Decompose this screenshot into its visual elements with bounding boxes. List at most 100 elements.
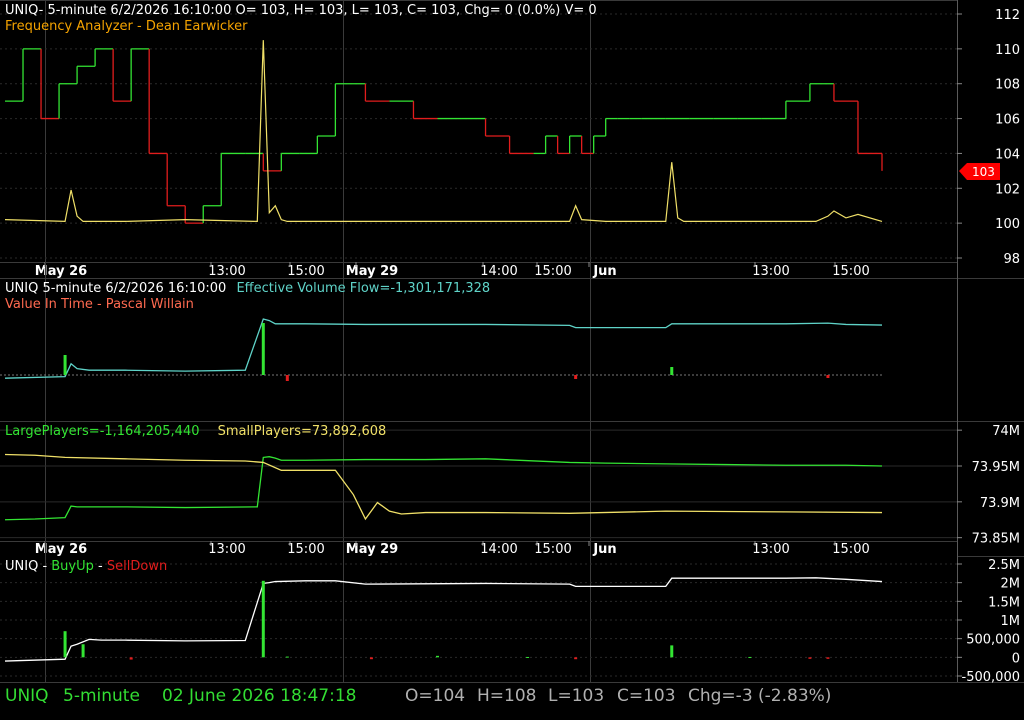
- time-axis-label: 15:00: [287, 264, 324, 279]
- players-series: [4, 453, 883, 521]
- value-in-time-title: Value In Time - Pascal Willain: [5, 297, 194, 312]
- axis-tick-label: 1M: [1001, 614, 1021, 629]
- frequency-analyzer-title: Frequency Analyzer - Dean Earwicker: [5, 19, 248, 34]
- frequency-analyzer-line: [4, 40, 883, 223]
- axis-tick-label: 73.95M: [972, 460, 1020, 475]
- time-axis-label: May 29: [346, 542, 398, 557]
- players-axis-ticks: 74M 73.95M 73.9M 73.85M: [957, 424, 1020, 547]
- evf-volume-bar: [826, 375, 830, 378]
- evf-volume-bar: [261, 323, 265, 375]
- evf-series: [0, 318, 883, 381]
- buyup-label: BuyUp: [51, 559, 94, 574]
- buyup-volume-bar: [526, 656, 530, 658]
- svg-text:UNIQ 5-minute 6/2/2026 16:10:: UNIQ 5-minute 6/2/2026 16:10:00 Effectiv…: [5, 281, 490, 296]
- axis-tick-label: 110: [995, 43, 1020, 58]
- buyup-selldown-pane: 2.5M2M1.5M1M500,0000-500,000 UNIQ - BuyU…: [0, 558, 1020, 685]
- price-pane: 112 110 108 106 104 102 100 98 UNIQ- 5-minute 6…: [0, 3, 1020, 267]
- axis-tick-label: 106: [995, 113, 1020, 128]
- effective-volume-flow-pane: UNIQ 5-minute 6/2/2026 16:10:00 Effectiv…: [0, 281, 883, 381]
- time-axis-label: 13:00: [752, 542, 789, 557]
- time-axis-label: 15:00: [832, 264, 869, 279]
- axis-tick-label: 108: [995, 78, 1020, 93]
- buyup-volume-bar: [285, 656, 289, 658]
- buyup-title-prefix: UNIQ -: [5, 559, 51, 574]
- buyup-volume-bar: [435, 655, 439, 658]
- time-axis-band: [0, 262, 957, 278]
- time-axis-label: 13:00: [752, 264, 789, 279]
- large-players-label: LargePlayers=-1,164,205,440: [5, 424, 200, 439]
- evf-title-value: Effective Volume Flow=-1,301,171,328: [236, 281, 490, 296]
- footer-symbol: UNIQ: [5, 686, 49, 706]
- axis-tick-label: 73.9M: [980, 496, 1020, 511]
- price-series: [4, 40, 883, 224]
- buyup-gridlines: [0, 563, 957, 677]
- axis-tick-label: 74M: [992, 424, 1020, 439]
- evf-volume-bar: [285, 375, 289, 381]
- buyup-series: [4, 577, 883, 662]
- time-axis-label: 13:00: [208, 542, 245, 557]
- evf-line: [4, 318, 883, 379]
- time-axis-label: May 26: [35, 264, 87, 279]
- buyup-volume-bar: [574, 657, 578, 660]
- players-gridlines: [0, 429, 957, 539]
- price-header-line: UNIQ- 5-minute 6/2/2026 16:10:00 O= 103,…: [5, 3, 597, 18]
- buyup-volume-bar: [261, 580, 265, 658]
- chart-canvas: May 26 13:00 15:00 May 29 14:00 15:00 Jun 13:00…: [0, 0, 1024, 685]
- time-axis-label: 15:00: [534, 264, 571, 279]
- small-players-label: SmallPlayers=73,892,608: [218, 424, 387, 439]
- axis-tick-label: 500,000: [966, 633, 1020, 648]
- small-players-line: [4, 453, 883, 521]
- footer-change: Chg=-3 (-2.83%): [688, 686, 832, 706]
- axis-tick-label: 102: [995, 182, 1020, 197]
- buyup-volume-bar: [826, 657, 830, 659]
- time-axis-label: Jun: [592, 264, 616, 279]
- evf-volume-bar: [670, 367, 674, 375]
- time-axis-label: 15:00: [832, 542, 869, 557]
- axis-tick-label: 1.5M: [988, 595, 1020, 610]
- time-axis-label: 13:00: [208, 264, 245, 279]
- selldown-label: SellDown: [107, 559, 167, 574]
- time-axis-label: 15:00: [534, 542, 571, 557]
- time-axis-band: [0, 541, 957, 557]
- time-axis-label: Jun: [592, 542, 616, 557]
- axis-tick-label: 73.85M: [972, 532, 1020, 547]
- axis-tick-label: 0: [1012, 651, 1020, 666]
- vertical-gridlines: [45, 0, 591, 682]
- footer-datetime: 02 June 2026 18:47:18: [162, 686, 357, 706]
- evf-volume-bar: [574, 375, 578, 379]
- time-axis-bottom: May 26 13:00 15:00 May 29 14:00 15:00 Jun 13:00…: [0, 541, 957, 557]
- time-axis-label: May 29: [346, 264, 398, 279]
- time-axis-label: May 26: [35, 542, 87, 557]
- axis-tick-label: 98: [1003, 252, 1020, 267]
- axis-tick-label: 2M: [1001, 577, 1021, 592]
- svg-text:LargePlayers=-1,164,205,440: LargePlayers=-1,164,205,440 SmallPlayers…: [5, 424, 386, 439]
- axis-tick-label: 100: [995, 217, 1020, 232]
- buyup-sep: -: [98, 559, 103, 574]
- buyup-selldown-line: [4, 577, 883, 662]
- status-footer: UNIQ 5-minute 02 June 2026 18:47:18 O=10…: [0, 682, 1024, 720]
- buyup-volume-bar: [670, 645, 674, 658]
- buyup-volume-bar: [63, 631, 67, 658]
- time-axis-top: May 26 13:00 15:00 May 29 14:00 15:00 Jun 13:00…: [0, 262, 957, 279]
- buyup-volume-bar: [369, 657, 373, 660]
- evf-volume-bar: [63, 355, 67, 375]
- svg-text:UNIQ - BuyUp -: UNIQ - BuyUp - SellDown: [5, 559, 167, 574]
- footer-interval: 5-minute: [63, 686, 140, 706]
- time-axis-label: 14:00: [480, 264, 517, 279]
- axis-tick-label: 112: [995, 8, 1020, 23]
- buyup-volume-bar: [81, 644, 85, 658]
- evf-title-prefix: UNIQ 5-minute 6/2/2026 16:10:00: [5, 281, 226, 296]
- footer-close: C=103: [617, 686, 676, 706]
- last-price-tag: 103: [959, 163, 1000, 180]
- price-axis-ticks: 112 110 108 106 104 102 100 98: [957, 8, 1020, 267]
- players-pane: 74M 73.95M 73.9M 73.85M LargePlayers=-1,164…: [0, 424, 1020, 547]
- pane-separators: [0, 0, 1024, 683]
- last-price-tag-label: 103: [972, 165, 995, 179]
- axis-tick-label: 2.5M: [988, 558, 1020, 573]
- buyup-volume-bar: [129, 657, 133, 660]
- footer-high: H=108: [477, 686, 537, 706]
- footer-open: O=104: [405, 686, 466, 706]
- time-axis-label: 15:00: [287, 542, 324, 557]
- footer-low: L=103: [548, 686, 605, 706]
- buyup-axis-ticks: 2.5M2M1.5M1M500,0000-500,000: [957, 558, 1020, 685]
